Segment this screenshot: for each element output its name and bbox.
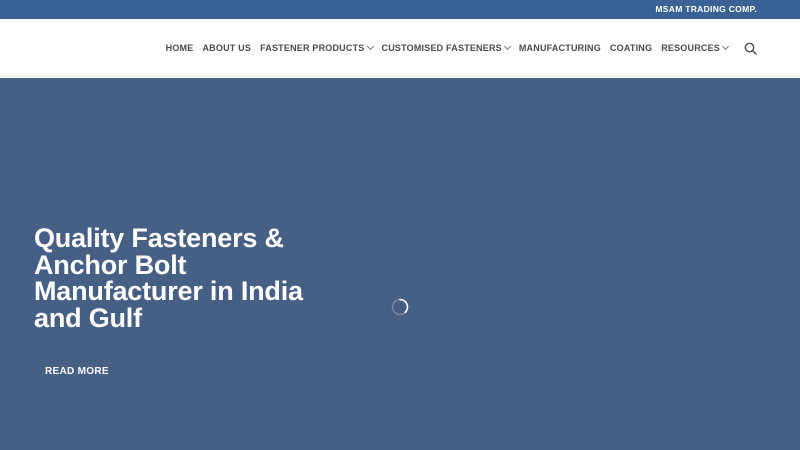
hero-title: Quality Fasteners & Anchor Bolt Manufact…	[34, 223, 303, 333]
nav-item-coating[interactable]: COATING	[610, 43, 652, 53]
nav-item-manufacturing[interactable]: MANUFACTURING	[519, 43, 601, 53]
nav-item-fastener-products[interactable]: FASTENER PRODUCTS	[260, 42, 374, 53]
nav-item-label: HOME	[165, 43, 194, 53]
chevron-down-icon	[721, 42, 730, 51]
main-nav: HOME ABOUT US FASTENER PRODUCTS CUSTOMIS…	[166, 19, 730, 77]
chevron-down-icon	[503, 42, 511, 51]
top-bar: MSAM TRADING COMP.	[0, 0, 800, 19]
nav-item-label: MANUFACTURING	[518, 43, 601, 53]
nav-item-customised-fasteners[interactable]: CUSTOMISED FASTENERS	[381, 42, 511, 53]
hero-banner: Quality Fasteners & Anchor Bolt Manufact…	[0, 78, 800, 450]
nav-item-label: RESOURCES	[661, 43, 720, 53]
read-more-button[interactable]: READ MORE	[34, 361, 120, 381]
nav-item-about-us[interactable]: ABOUT US	[202, 43, 251, 53]
nav-item-label: ABOUT US	[202, 43, 252, 53]
site-header: HOME ABOUT US FASTENER PRODUCTS CUSTOMIS…	[0, 19, 800, 77]
nav-item-resources[interactable]: RESOURCES	[661, 42, 730, 53]
nav-item-home[interactable]: HOME	[166, 43, 194, 53]
chevron-down-icon	[366, 42, 374, 51]
company-name[interactable]: MSAM TRADING COMP.	[655, 4, 757, 14]
read-more-label: READ MORE	[45, 365, 109, 377]
nav-item-label: COATING	[609, 43, 653, 53]
nav-item-label: FASTENER PRODUCTS	[260, 43, 365, 53]
nav-item-label: CUSTOMISED FASTENERS	[381, 43, 502, 53]
loading-spinner-icon	[391, 298, 409, 316]
search-icon[interactable]	[744, 42, 757, 55]
